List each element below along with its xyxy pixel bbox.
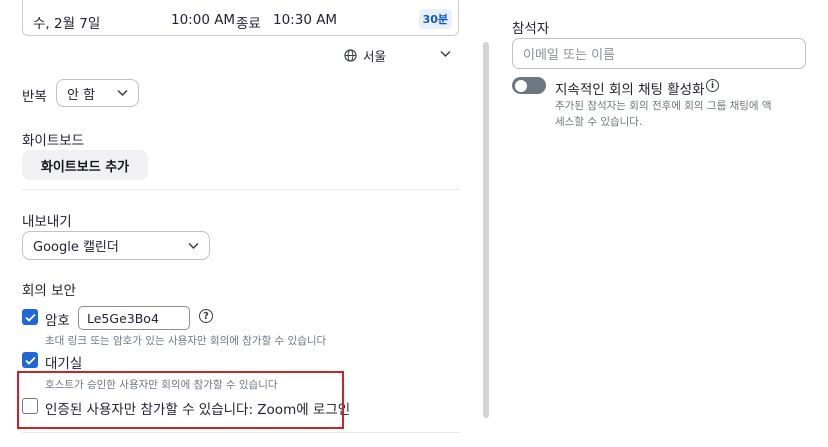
info-icon[interactable]: i (706, 79, 719, 92)
duration-badge: 30분 (418, 9, 452, 29)
globe-icon (344, 49, 357, 62)
timezone-value: 서울 (363, 49, 387, 64)
export-select[interactable]: Google 캘린더 (22, 231, 210, 260)
start-time[interactable]: 10:00 AM (171, 12, 235, 28)
export-value: Google 캘린더 (33, 240, 119, 255)
recurrence-value: 안 함 (67, 87, 96, 103)
attendees-label: 참석자 (512, 21, 550, 37)
passcode-checkbox[interactable] (22, 309, 38, 325)
recurrence-select[interactable]: 안 함 (56, 79, 139, 107)
attendee-input[interactable]: 이메일 또는 이름 (512, 38, 806, 69)
waiting-room-checkbox[interactable] (22, 352, 38, 368)
whiteboard-label: 화이트보드 (22, 133, 85, 149)
divider (22, 189, 460, 190)
passcode-label: 암호 (45, 313, 70, 329)
chevron-down-icon[interactable] (440, 50, 451, 58)
recurrence-label: 반복 (22, 89, 47, 105)
passcode-input[interactable]: Le5Ge3Bo4 (78, 306, 190, 330)
persistent-chat-desc-2: 세스할 수 있습니다. (555, 116, 643, 128)
persistent-chat-toggle[interactable] (512, 77, 546, 94)
chevron-down-icon (117, 89, 128, 97)
toggle-knob (515, 79, 527, 92)
end-time[interactable]: 10:30 AM (273, 12, 337, 28)
export-label: 내보내기 (22, 214, 72, 230)
check-icon (24, 313, 36, 322)
waiting-room-label: 대기실 (45, 356, 83, 372)
meeting-date[interactable]: 수, 2월 7일 (33, 12, 100, 32)
timezone-selector[interactable]: 서울 (344, 46, 386, 65)
highlight-box (17, 371, 344, 429)
security-label: 회의 보안 (22, 283, 76, 299)
divider (22, 432, 460, 433)
persistent-chat-desc-1: 추가된 참석자는 회의 전후에 회의 그룹 채팅에 액 (555, 100, 772, 112)
add-whiteboard-button[interactable]: 화이트보드 추가 (22, 150, 148, 180)
persistent-chat-label: 지속적인 회의 채팅 활성화 (555, 82, 705, 98)
end-label: 종료 (236, 16, 261, 32)
chevron-down-icon (188, 242, 199, 249)
date-time-row[interactable]: 수, 2월 7일 10:00 AM 종료 10:30 AM 30분 (22, 0, 459, 36)
help-icon[interactable]: ? (199, 309, 213, 323)
check-icon (24, 356, 36, 365)
scrollbar[interactable] (483, 42, 489, 418)
passcode-hint: 초대 링크 또는 암호가 있는 사용자만 회의에 참가할 수 있습니다 (45, 335, 327, 347)
